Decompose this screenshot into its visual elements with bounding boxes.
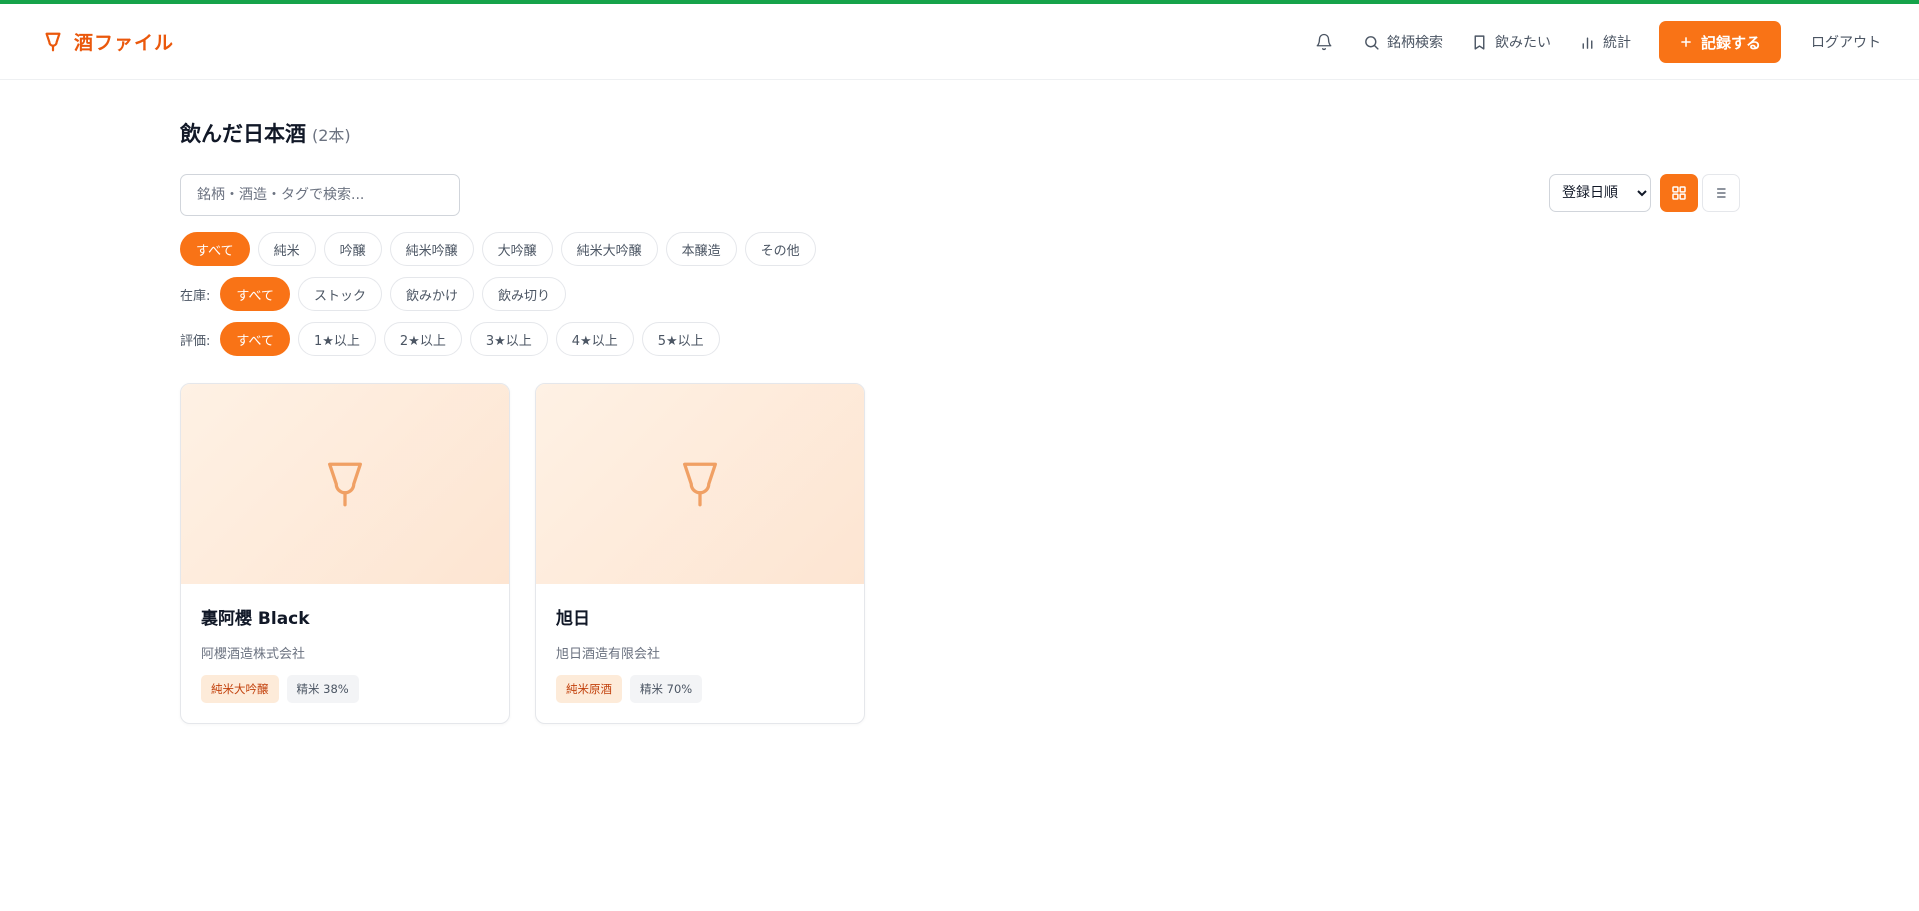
app-name: 酒ファイル — [74, 32, 175, 54]
grid-icon — [1672, 186, 1686, 200]
bell-icon — [1316, 33, 1332, 51]
search-icon — [1365, 35, 1379, 50]
sake-card-grid: 裏阿櫻 Black 阿櫻酒造株式会社 純米大吟醸 精米 38% 旭日 旭日酒造有… — [180, 383, 865, 724]
type-chip[interactable]: 純米大吟醸 — [560, 232, 658, 266]
type-chip[interactable]: 吟醸 — [323, 232, 382, 266]
sake-card-image — [536, 384, 864, 584]
type-chip[interactable]: 本醸造 — [665, 232, 737, 266]
rating-chip[interactable]: 5★以上 — [641, 322, 720, 356]
brewery-name: 旭日酒造有限会社 — [556, 647, 661, 662]
sake-count: (2本) — [312, 126, 351, 145]
sake-tags: 純米原酒 精米 70% — [556, 675, 844, 703]
sake-name: 裏阿櫻 Black — [201, 609, 310, 629]
sake-card-image — [181, 384, 509, 584]
nav-menu: 銘柄検索 飲みたい 統計 記録する ログアウト — [1311, 21, 1881, 63]
polish-ratio-tag: 精米 70% — [630, 675, 703, 703]
nav-stats-link[interactable]: 統計 — [1579, 32, 1631, 52]
record-button[interactable]: 記録する — [1658, 21, 1781, 63]
rating-chip[interactable]: 3★以上 — [469, 322, 548, 356]
sake-card-body: 裏阿櫻 Black 阿櫻酒造株式会社 純米大吟醸 精米 38% — [181, 584, 509, 723]
stock-chip[interactable]: 飲み切り — [482, 277, 567, 311]
app-logo[interactable]: 酒ファイル — [42, 28, 174, 55]
logout-link[interactable]: ログアウト — [1811, 32, 1881, 52]
plus-icon — [1681, 37, 1691, 47]
stock-filter-label: 在庫: — [180, 288, 211, 304]
list-icon — [1717, 188, 1726, 198]
list-view-button[interactable] — [1702, 174, 1740, 212]
rating-filter-label: 評価: — [180, 333, 211, 349]
sake-card[interactable]: 旭日 旭日酒造有限会社 純米原酒 精米 70% — [535, 383, 865, 724]
stock-filter-row: 在庫: すべて ストック 飲みかけ 飲み切り — [180, 277, 567, 311]
brewery-name: 阿櫻酒造株式会社 — [201, 647, 306, 662]
search-input[interactable] — [180, 174, 460, 216]
sake-tags: 純米大吟醸 精米 38% — [201, 675, 489, 703]
bookmark-icon — [1474, 34, 1485, 50]
type-chip[interactable]: 純米 — [257, 232, 316, 266]
stock-chip[interactable]: 飲みかけ — [389, 277, 474, 311]
sake-cup-icon — [45, 32, 61, 51]
sake-card-body: 旭日 旭日酒造有限会社 純米原酒 精米 70% — [536, 584, 864, 723]
page-heading: 飲んだ日本酒 — [180, 122, 306, 146]
rating-chip[interactable]: 2★以上 — [383, 322, 462, 356]
sake-cup-icon — [683, 462, 717, 507]
sake-card[interactable]: 裏阿櫻 Black 阿櫻酒造株式会社 純米大吟醸 精米 38% — [180, 383, 510, 724]
rating-chip[interactable]: 1★以上 — [297, 322, 376, 356]
navbar: 酒ファイル 銘柄検索 飲みたい 統計 記録する ログアウト — [0, 4, 1919, 80]
notification-button[interactable] — [1311, 29, 1337, 55]
rating-chip[interactable]: 4★以上 — [555, 322, 634, 356]
stock-chip[interactable]: すべて — [220, 277, 290, 311]
type-chip[interactable]: その他 — [744, 232, 816, 266]
grid-view-button[interactable] — [1660, 174, 1698, 212]
nav-stats-label: 統計 — [1602, 35, 1631, 51]
rating-filter-row: 評価: すべて 1★以上 2★以上 3★以上 4★以上 5★以上 — [180, 322, 720, 356]
polish-ratio-tag: 精米 38% — [286, 675, 359, 703]
record-button-label: 記録する — [1700, 33, 1761, 52]
nav-search-link[interactable]: 銘柄検索 — [1363, 32, 1443, 52]
type-chip[interactable]: 大吟醸 — [481, 232, 553, 266]
sake-type-tag: 純米原酒 — [556, 675, 622, 703]
page-title: 飲んだ日本酒 (2本) — [180, 118, 351, 148]
type-chip[interactable]: すべて — [180, 232, 250, 266]
sake-cup-icon — [328, 462, 362, 507]
type-filter-row: すべて 純米 吟醸 純米吟醸 大吟醸 純米大吟醸 本醸造 その他 — [180, 232, 816, 266]
sake-type-tag: 純米大吟醸 — [201, 675, 279, 703]
rating-chip[interactable]: すべて — [220, 322, 290, 356]
type-chip[interactable]: 純米吟醸 — [389, 232, 474, 266]
nav-search-label: 銘柄検索 — [1386, 35, 1443, 51]
sort-select[interactable]: 登録日順 — [1549, 174, 1651, 212]
nav-wishlist-label: 飲みたい — [1494, 35, 1551, 51]
bar-chart-icon — [1582, 37, 1593, 49]
sake-name: 旭日 — [556, 609, 590, 629]
stock-chip[interactable]: ストック — [297, 277, 382, 311]
nav-wishlist-link[interactable]: 飲みたい — [1471, 32, 1551, 52]
